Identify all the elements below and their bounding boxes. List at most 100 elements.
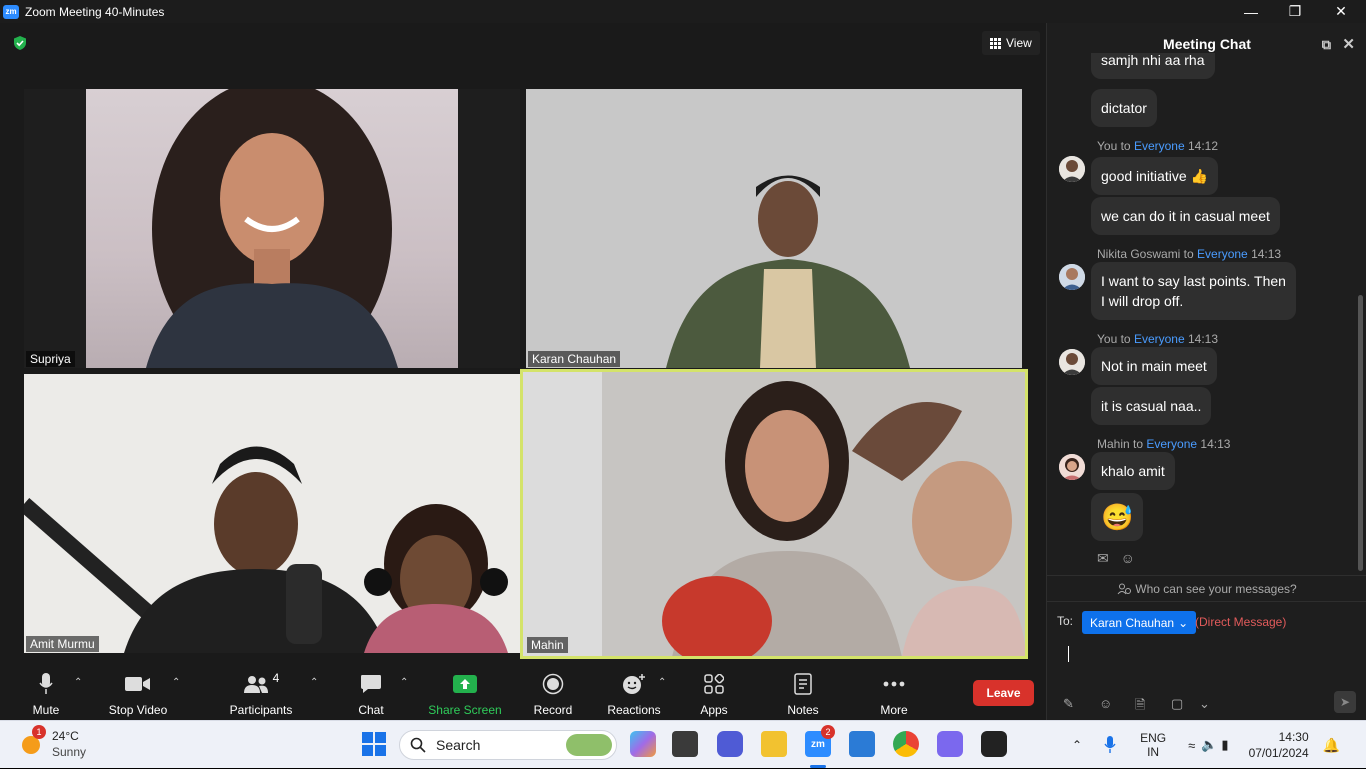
search-icon	[410, 737, 426, 753]
apps-label: Apps	[700, 703, 728, 717]
apps-button[interactable]: Apps	[696, 671, 732, 717]
vscode-icon[interactable]	[849, 731, 875, 757]
who-can-see-link[interactable]: Who can see your messages?	[1047, 575, 1366, 601]
search-highlight-image	[566, 734, 612, 756]
more-options-chevron-icon[interactable]: ⌄	[1199, 696, 1210, 712]
message-line: I want to say last points. Then	[1101, 273, 1286, 289]
video-tile-mahin[interactable]: Mahin	[520, 369, 1028, 659]
recipient-link[interactable]: Everyone	[1134, 332, 1185, 346]
recipient-link[interactable]: Everyone	[1134, 139, 1185, 153]
format-text-icon[interactable]: ✎	[1063, 696, 1074, 712]
chat-message: I want to say last points. Then I will dr…	[1091, 262, 1296, 320]
view-button[interactable]: View	[982, 31, 1040, 55]
close-chat-icon[interactable]: ✕	[1342, 35, 1355, 53]
participants-icon	[243, 676, 268, 693]
notes-icon	[794, 673, 812, 695]
mute-button[interactable]: Mute	[26, 671, 66, 717]
meeting-chat-panel: Meeting Chat ⧉ ✕ samjh nhi aa rha dictat…	[1046, 23, 1366, 720]
add-reaction-icon[interactable]: ☺	[1121, 550, 1135, 566]
share-screen-button[interactable]: Share Screen	[428, 671, 502, 717]
microphone-tray-icon[interactable]	[1104, 736, 1116, 754]
meeting-toolbar: Mute ⌃ Stop Video ⌃ 4 Participants ⌃ Cha…	[0, 665, 1046, 720]
language-line-1: ENG	[1140, 731, 1167, 745]
participant-name: Karan Chauhan	[528, 351, 621, 367]
leave-button[interactable]: Leave	[973, 680, 1034, 706]
message-header: You to Everyone 14:12	[1097, 139, 1218, 153]
reactions-label: Reactions	[607, 703, 661, 717]
notification-bell-icon[interactable]: 🔔	[1323, 737, 1340, 754]
copilot-icon[interactable]	[630, 731, 656, 757]
microphone-icon	[39, 673, 53, 694]
recipient-link[interactable]: Everyone	[1197, 247, 1248, 261]
chrome-icon[interactable]	[893, 731, 919, 757]
sender-name: You to	[1097, 332, 1134, 346]
stop-video-button[interactable]: Stop Video	[104, 671, 172, 717]
weather-widget[interactable]: 1 24°C Sunny	[20, 725, 140, 761]
start-button[interactable]	[361, 731, 387, 757]
emoji-icon[interactable]: ☺	[1099, 696, 1112, 711]
reactions-button[interactable]: Reactions	[604, 671, 664, 717]
reply-icon[interactable]: ✉	[1097, 550, 1109, 566]
audio-options-chevron-icon[interactable]: ⌃	[74, 677, 82, 688]
webcam-app-icon[interactable]	[981, 731, 1007, 757]
clock-date: 07/01/2024	[1248, 746, 1309, 760]
mute-label: Mute	[32, 703, 60, 717]
participants-button[interactable]: 4 Participants	[226, 671, 296, 717]
reactions-options-chevron-icon[interactable]: ⌃	[658, 677, 666, 688]
video-tile-karan-chauhan[interactable]: Karan Chauhan	[526, 89, 1022, 368]
minimize-button[interactable]: —	[1228, 0, 1274, 23]
share-screen-icon	[453, 675, 477, 693]
chat-options-chevron-icon[interactable]: ⌃	[400, 677, 408, 688]
app-icon[interactable]	[937, 731, 963, 757]
video-options-chevron-icon[interactable]: ⌃	[172, 677, 180, 688]
chat-message: khalo amit	[1091, 452, 1175, 490]
zoom-taskbar-icon[interactable]: zm 2	[805, 725, 835, 757]
recipient-link[interactable]: Everyone	[1146, 437, 1197, 451]
reactions-smiley-icon	[623, 674, 645, 694]
participant-video-image	[526, 89, 1022, 368]
direct-message-label: (Direct Message)	[1195, 615, 1287, 629]
chat-title: Meeting Chat	[1163, 36, 1251, 52]
taskbar-search[interactable]: Search	[399, 730, 617, 760]
language-indicator[interactable]: ENG IN	[1140, 731, 1166, 759]
chat-button[interactable]: Chat	[350, 671, 392, 717]
share-screen-label: Share Screen	[428, 703, 502, 717]
battery-icon[interactable]: ▮	[1221, 737, 1228, 753]
close-button[interactable]: ✕	[1318, 0, 1364, 23]
recipient-name: Karan Chauhan	[1090, 615, 1175, 630]
file-icon[interactable]: 🗎	[1135, 696, 1145, 718]
recipient-dropdown[interactable]: Karan Chauhan ⌄	[1082, 611, 1197, 634]
message-header: Mahin to Everyone 14:13	[1097, 437, 1230, 451]
video-tile-amit-murmu[interactable]: Amit Murmu	[24, 374, 520, 653]
chat-messages: samjh nhi aa rha dictator You to Everyon…	[1047, 53, 1357, 575]
participant-video-image	[24, 374, 520, 653]
send-button[interactable]: ➤	[1334, 691, 1356, 713]
video-tile-supriya[interactable]: Supriya	[24, 89, 520, 368]
notes-label: Notes	[787, 703, 819, 717]
avatar	[1059, 264, 1085, 290]
clock[interactable]: 14:30 07/01/2024	[1249, 729, 1309, 761]
participants-options-chevron-icon[interactable]: ⌃	[310, 677, 318, 688]
chat-bubble-icon	[361, 675, 381, 693]
more-button[interactable]: More	[876, 671, 912, 717]
encryption-shield-icon[interactable]	[12, 35, 28, 51]
chat-scrollbar[interactable]	[1358, 295, 1363, 571]
chat-message: samjh nhi aa rha	[1091, 53, 1215, 79]
chat-compose-area: To: Karan Chauhan ⌄ (Direct Message) ✎ ☺ …	[1047, 601, 1366, 720]
pop-out-icon[interactable]: ⧉	[1322, 37, 1331, 53]
task-view-icon[interactable]	[672, 731, 698, 757]
participants-label: Participants	[229, 703, 293, 717]
teams-icon[interactable]	[717, 731, 743, 757]
message-time: 14:13	[1251, 247, 1282, 261]
restore-button[interactable]: ❐	[1272, 0, 1318, 23]
file-explorer-icon[interactable]	[761, 731, 787, 757]
volume-icon[interactable]: 🔈	[1201, 737, 1217, 753]
wifi-icon[interactable]: ≈	[1188, 738, 1195, 753]
show-hidden-icons-chevron-icon[interactable]: ⌃	[1072, 738, 1082, 752]
notes-button[interactable]: Notes	[784, 671, 822, 717]
record-button[interactable]: Record	[530, 671, 576, 717]
chat-message: good initiative 👍	[1091, 157, 1218, 195]
screenshot-icon[interactable]: ▢	[1171, 696, 1183, 712]
apps-icon	[704, 674, 724, 694]
message-input[interactable]	[1068, 646, 1069, 662]
